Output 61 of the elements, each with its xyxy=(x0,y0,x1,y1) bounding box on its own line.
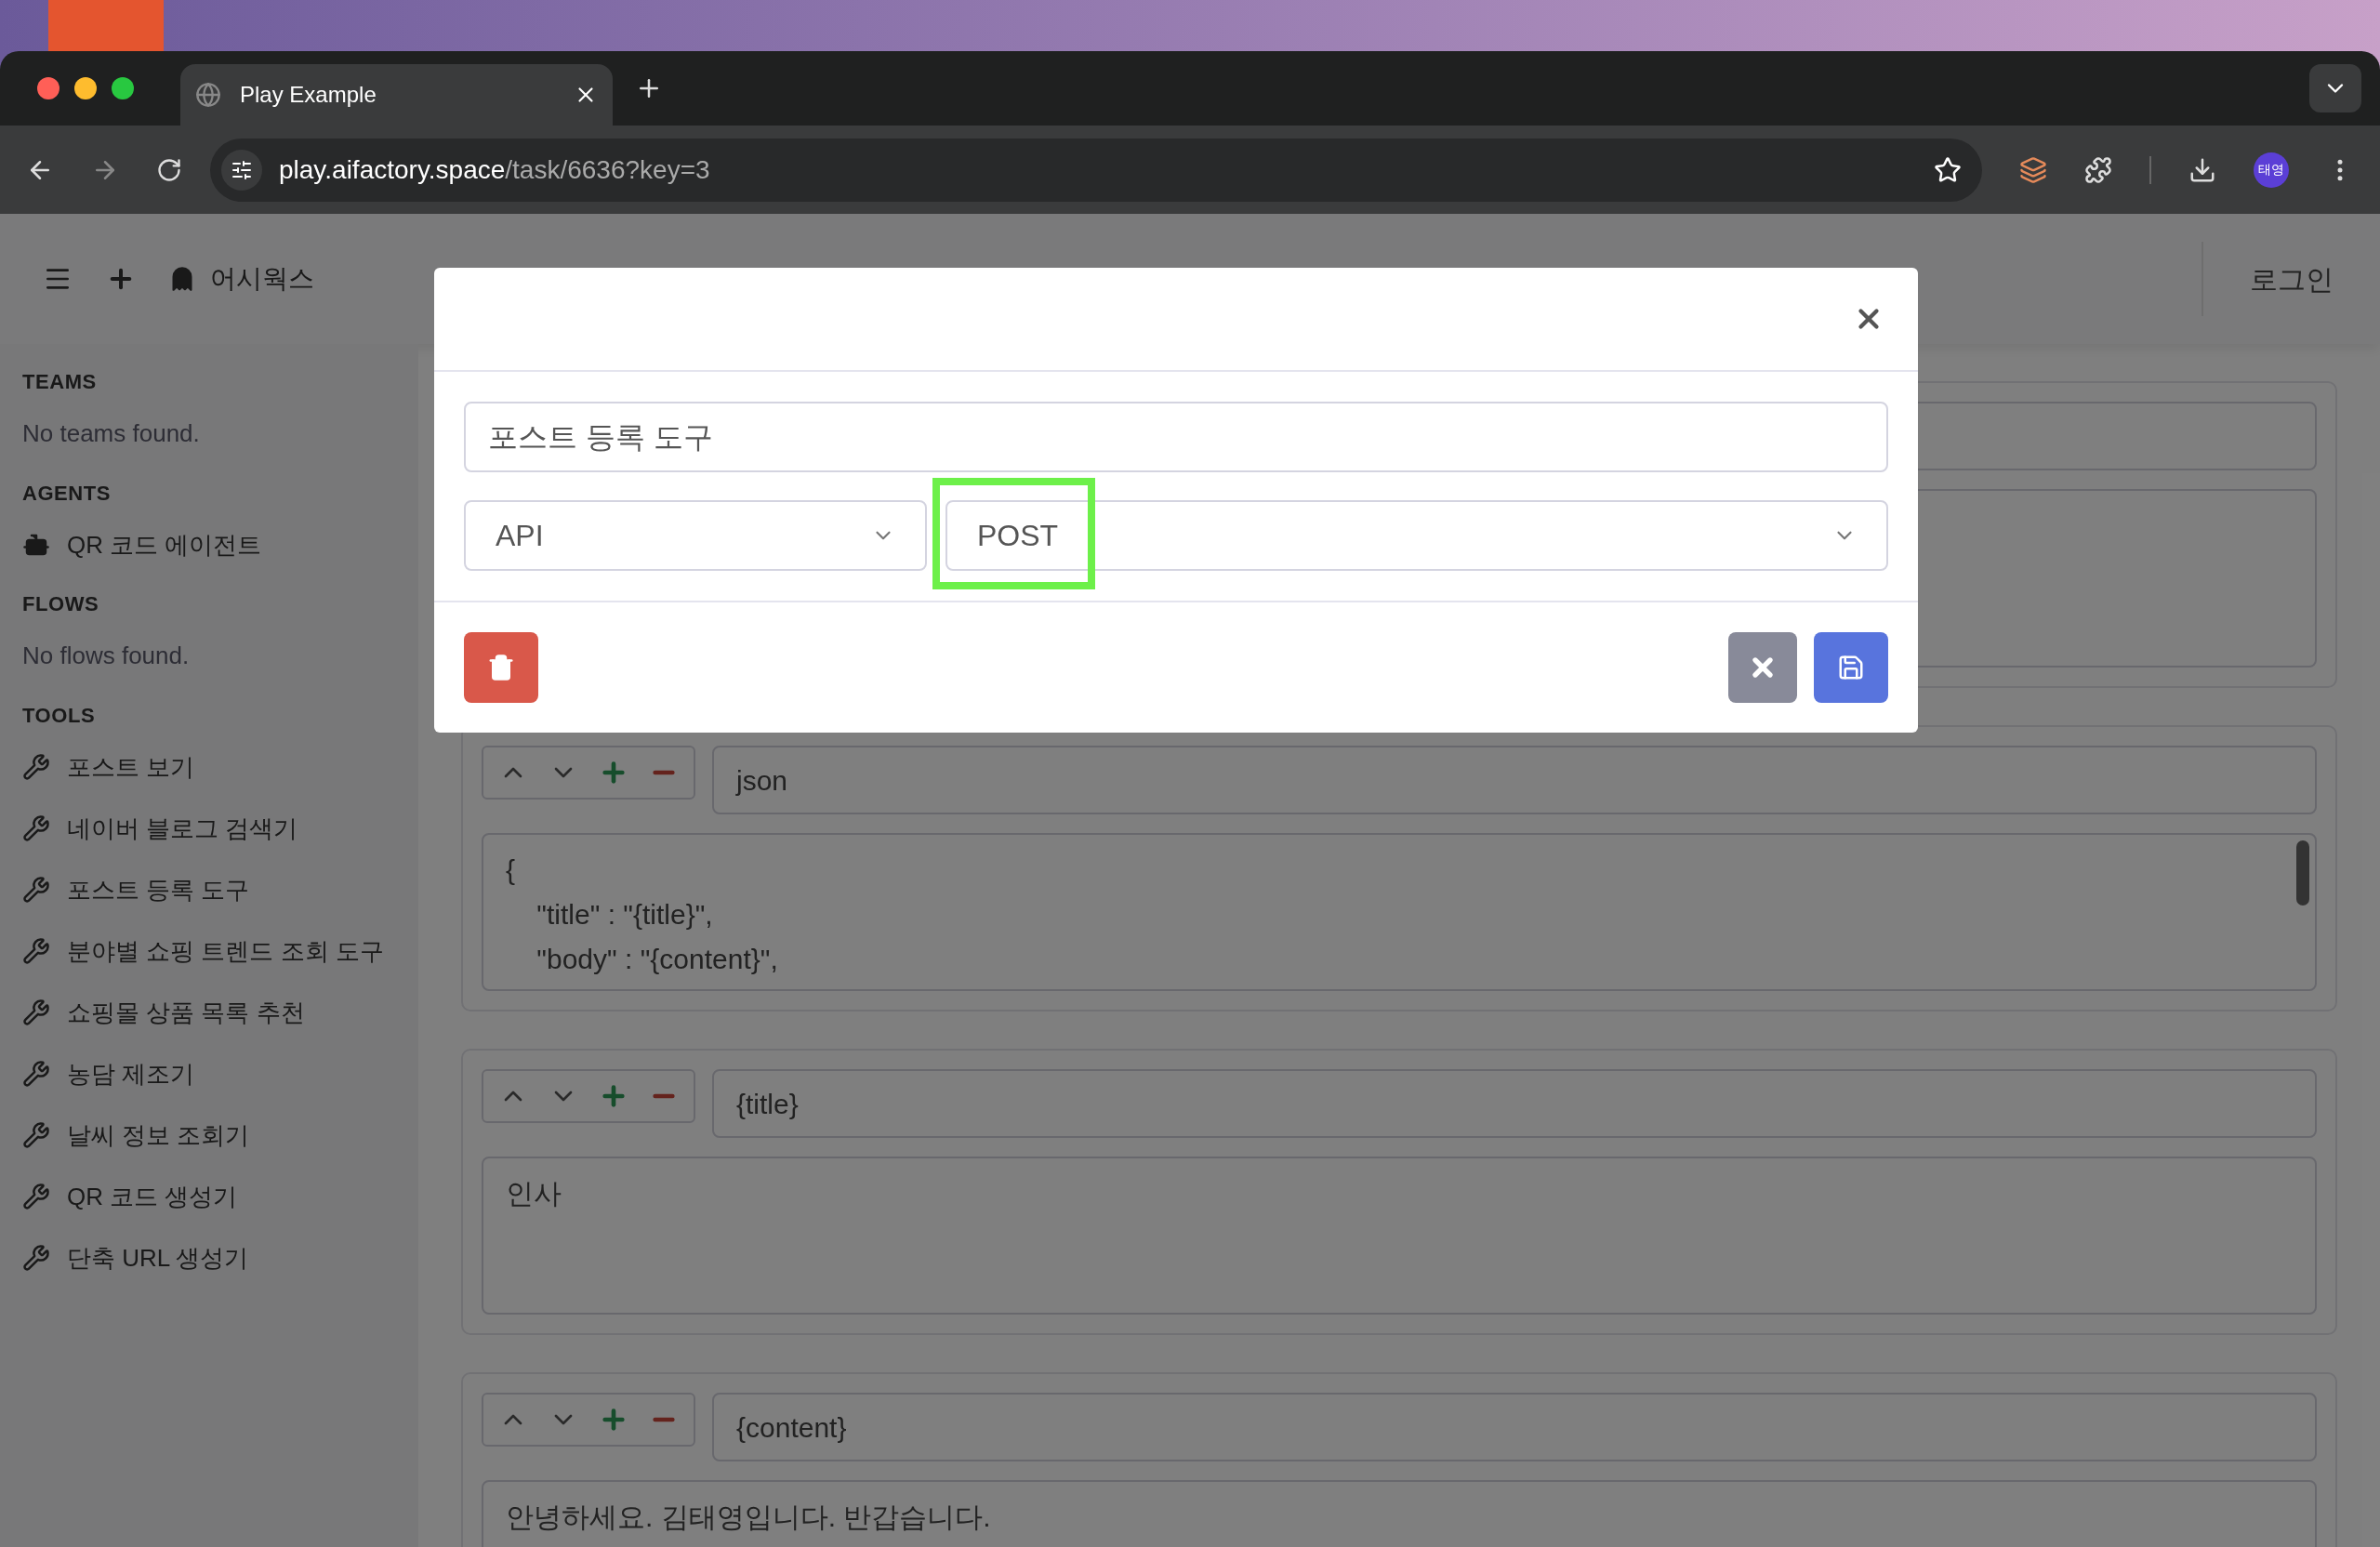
cancel-button[interactable] xyxy=(1728,632,1797,703)
method-select[interactable]: POST xyxy=(945,500,1888,571)
close-window-button[interactable] xyxy=(37,77,60,99)
section-heading: FLOWS xyxy=(22,591,99,617)
tab-list-button[interactable] xyxy=(2309,64,2361,112)
parameter-name-field[interactable]: json xyxy=(712,746,2317,814)
sidebar-item[interactable]: 쇼핑몰 상품 목록 추천 xyxy=(22,982,305,1043)
empty-message: No teams found. xyxy=(22,418,200,449)
sidebar-item[interactable]: QR 코드 에이전트 xyxy=(22,514,262,575)
wrench-icon xyxy=(22,1060,50,1088)
browser-tab[interactable]: Play Example xyxy=(180,64,613,126)
sidebar-item[interactable]: 포스트 보기 xyxy=(22,736,195,798)
wrench-icon xyxy=(22,876,50,904)
trash-icon xyxy=(487,654,515,681)
parameter-name-field[interactable]: {title} xyxy=(712,1069,2317,1138)
tab-title: Play Example xyxy=(240,81,377,109)
section-heading: TEAMS xyxy=(22,369,97,395)
section-heading: AGENTS xyxy=(22,481,111,507)
wrench-icon xyxy=(22,1121,50,1149)
parameter-name-field[interactable]: {content} xyxy=(712,1393,2317,1461)
sidebar-item[interactable]: 분야별 쇼핑 트렌드 조회 도구 xyxy=(22,920,384,982)
text-line: 인사 xyxy=(506,1177,562,1210)
wrench-icon xyxy=(22,1183,50,1210)
text-line: 안녕하세요. 김태영입니다. 반갑습니다. xyxy=(506,1501,991,1534)
sidebar-item[interactable]: 단축 URL 생성기 xyxy=(22,1227,249,1289)
text-line: "title" : "{title}", xyxy=(536,898,713,932)
globe-icon xyxy=(195,82,221,108)
minimize-window-button[interactable] xyxy=(74,77,97,99)
section-heading: TOOLS xyxy=(22,703,96,729)
wrench-icon xyxy=(22,814,50,842)
text-line: "body" : "{content}", xyxy=(536,943,778,976)
parameter-text-area[interactable]: 안녕하세요. 김태영입니다. 반갑습니다. xyxy=(482,1480,2317,1547)
extension-icon[interactable] xyxy=(2019,155,2047,184)
tool-name-field[interactable]: 포스트 등록 도구 xyxy=(464,402,1888,472)
delete-button[interactable] xyxy=(464,632,538,703)
address-bar[interactable]: play.aifactory.space/task/6636?key=3 xyxy=(210,138,1982,202)
login-button[interactable]: 로그인 xyxy=(2203,242,2380,316)
parameter-text-area[interactable]: 인사 xyxy=(482,1157,2317,1315)
wrench-icon xyxy=(22,1244,50,1272)
type-select[interactable]: API xyxy=(464,500,927,571)
url-text: play.aifactory.space/task/6636?key=3 xyxy=(279,153,711,186)
sidebar-item[interactable]: 농담 제조기 xyxy=(22,1043,195,1104)
extensions-icon[interactable] xyxy=(2084,155,2112,184)
wrench-icon xyxy=(22,998,50,1026)
sidebar-item[interactable]: 포스트 등록 도구 xyxy=(22,859,250,920)
wrench-icon xyxy=(22,753,50,781)
empty-message: No flows found. xyxy=(22,641,190,671)
sidebar-item[interactable]: 네이버 블로그 검색기 xyxy=(22,798,298,859)
wrench-icon xyxy=(22,937,50,965)
maximize-window-button[interactable] xyxy=(112,77,134,99)
sidebar-item[interactable]: 날씨 정보 조회기 xyxy=(22,1104,250,1166)
save-button[interactable] xyxy=(1814,632,1888,703)
parameter-text-area[interactable]: { "title" : "{title}", "body" : "{content}", xyxy=(482,833,2317,991)
text-line: { xyxy=(506,853,516,887)
profile-avatar[interactable]: 태영 xyxy=(2254,152,2289,188)
brand-link[interactable]: 어시웍스 xyxy=(169,259,314,298)
sidebar-item[interactable]: QR 코드 생성기 xyxy=(22,1166,238,1227)
bookmark-star-icon[interactable] xyxy=(1934,155,1962,184)
reload-icon[interactable] xyxy=(156,156,182,183)
scrollbar-thumb[interactable] xyxy=(2296,840,2309,906)
site-settings-icon[interactable] xyxy=(221,149,262,191)
